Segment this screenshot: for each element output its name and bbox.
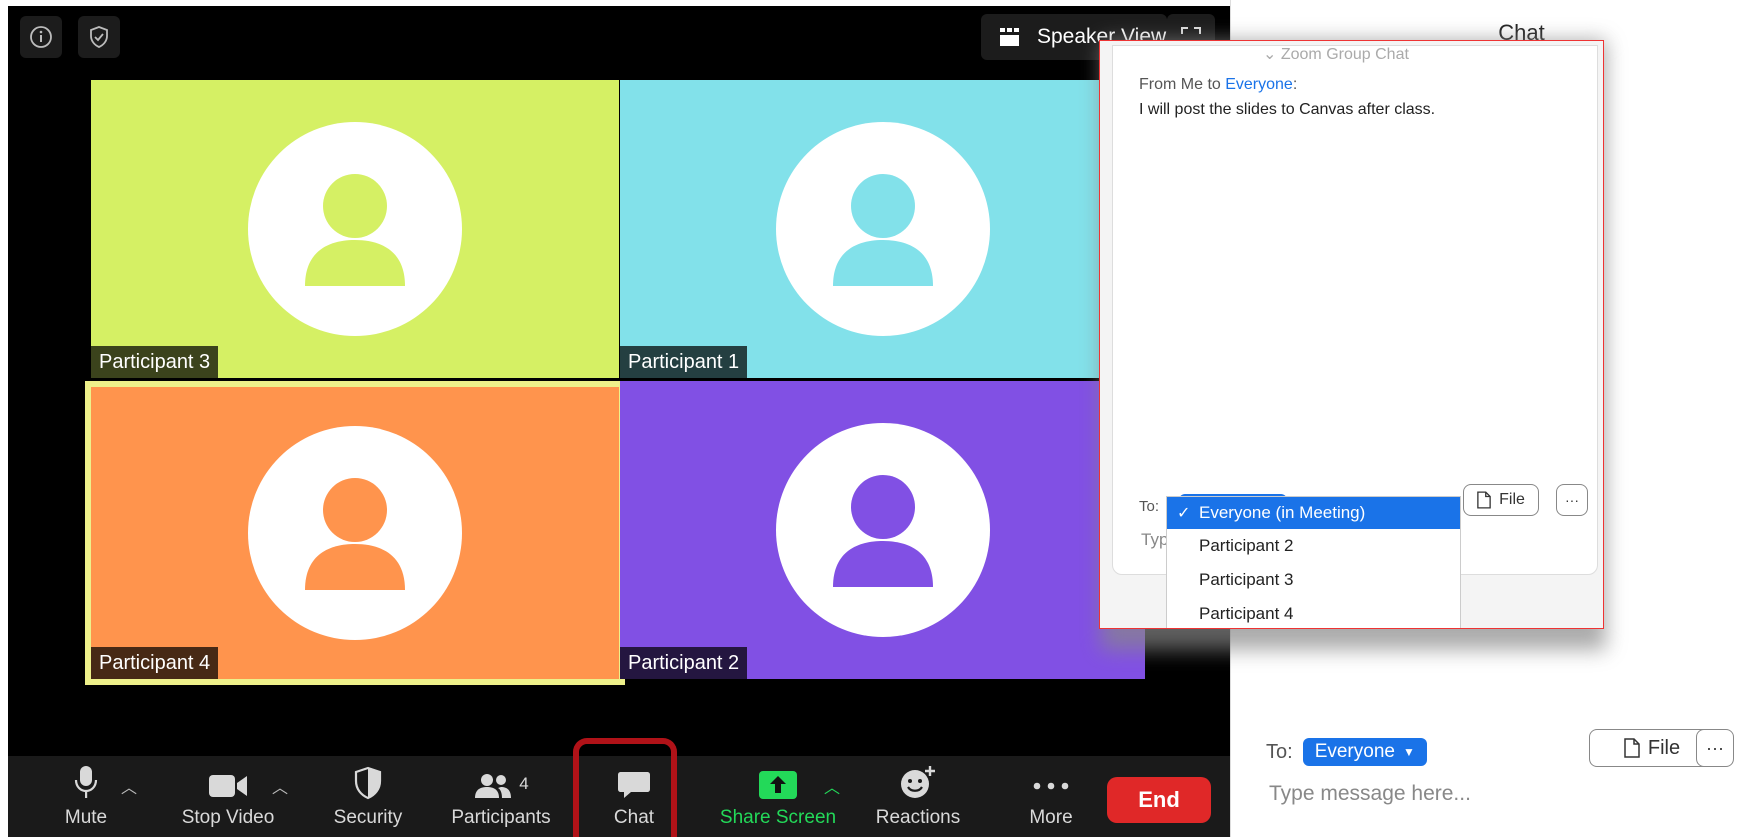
more-label: More [1029, 807, 1073, 828]
file-icon [1624, 738, 1640, 758]
end-meeting-button[interactable]: End [1107, 777, 1211, 823]
video-options-caret-icon[interactable]: ︿ [272, 774, 288, 798]
participants-label: Participants [451, 807, 551, 828]
participant-name-tag: Participant 1 [620, 346, 748, 378]
participant-name-tag: Participant 2 [620, 647, 748, 679]
file-label: File [1499, 491, 1525, 508]
participant-name-tag: Participant 3 [91, 346, 219, 378]
popup-file-button[interactable]: File [1463, 484, 1539, 516]
mute-label: Mute [64, 807, 108, 828]
chat-button-highlight [573, 738, 677, 837]
popup-more-button[interactable]: ··· [1556, 484, 1588, 516]
microphone-icon [74, 766, 98, 798]
active-speaker-border: Participant 4 [85, 381, 625, 685]
avatar [775, 122, 990, 336]
meeting-area: Speaker View Participant 3 Participant 1… [8, 6, 1230, 837]
participants-icon [475, 774, 512, 798]
share-options-caret-icon[interactable]: ︿ [824, 774, 840, 798]
mute-options-caret-icon[interactable]: ︿ [121, 774, 137, 798]
participants-button[interactable]: 4 Participants [441, 756, 561, 837]
checkmark-icon: ✓ [1177, 505, 1191, 522]
reactions-button[interactable]: Reactions [868, 756, 968, 837]
file-icon [1477, 491, 1491, 509]
avatar [775, 423, 990, 637]
popup-message-input[interactable]: Typ [1141, 530, 1168, 550]
video-tile-participant-1[interactable]: Participant 1 [620, 80, 1145, 378]
avatar [248, 426, 462, 640]
shield-icon [354, 766, 382, 800]
chat-popup-window: ⌄ Zoom Group Chat From Me to Everyone: I… [1099, 40, 1604, 629]
security-button[interactable]: Security [318, 756, 418, 837]
popup-ghost-header: ⌄ Zoom Group Chat [1263, 46, 1409, 63]
info-icon[interactable] [20, 16, 62, 58]
security-label: Security [333, 807, 403, 828]
message-recipient: Everyone [1225, 76, 1293, 93]
message-header: From Me to Everyone: [1139, 76, 1298, 93]
share-screen-icon [759, 771, 797, 799]
video-tile-participant-3[interactable]: Participant 3 [91, 80, 619, 378]
stop-video-button[interactable]: Stop Video [168, 756, 288, 837]
grid-icon [1000, 28, 1019, 46]
more-dots-icon [1033, 782, 1069, 790]
recipient-dropdown-menu: ✓ Everyone (in Meeting) Participant 2 Pa… [1166, 496, 1461, 628]
dropdown-option-participant-3[interactable]: Participant 3 [1167, 563, 1460, 597]
avatar [248, 122, 462, 336]
caret-down-icon: ▼ [1402, 745, 1415, 759]
reactions-label: Reactions [875, 807, 961, 828]
file-label: File [1647, 736, 1681, 759]
message-text: I will post the slides to Canvas after c… [1139, 101, 1436, 118]
popup-to-label: To: [1139, 498, 1160, 515]
video-tile-participant-4[interactable]: Participant 4 [91, 387, 619, 679]
chat-more-button[interactable]: ··· [1696, 729, 1734, 767]
more-button[interactable]: More [1011, 756, 1091, 837]
stop-video-label: Stop Video [181, 807, 275, 828]
recipient-value: Everyone [1314, 741, 1395, 762]
video-tile-participant-2[interactable]: Participant 2 [620, 381, 1145, 679]
video-camera-icon [209, 775, 247, 797]
share-screen-label: Share Screen [719, 807, 837, 828]
participants-count: 4 [519, 774, 529, 793]
recipient-selector: To: Everyone ▼ [1266, 738, 1427, 766]
shield-check-icon[interactable] [78, 16, 120, 58]
dropdown-option-participant-2[interactable]: Participant 2 [1167, 529, 1460, 563]
participant-name-tag: Participant 4 [91, 647, 219, 679]
dropdown-option-participant-4[interactable]: Participant 4 [1167, 597, 1460, 628]
recipient-dropdown[interactable]: Everyone ▼ [1302, 738, 1427, 766]
message-input[interactable] [1269, 782, 1709, 806]
to-label: To: [1266, 740, 1293, 763]
reaction-smile-icon [901, 766, 935, 798]
mute-button[interactable]: Mute [46, 756, 126, 837]
dropdown-option-everyone[interactable]: ✓ Everyone (in Meeting) [1167, 497, 1460, 529]
